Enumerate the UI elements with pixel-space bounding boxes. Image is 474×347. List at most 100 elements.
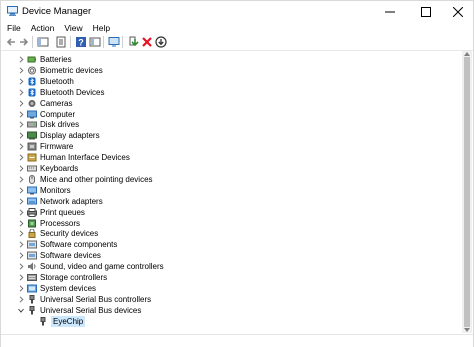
chevron-right-icon[interactable] <box>18 296 24 303</box>
close-button[interactable] <box>441 1 474 22</box>
svg-text:?: ? <box>78 38 84 48</box>
help-button[interactable]: ? <box>74 36 87 48</box>
chevron-right-icon[interactable] <box>18 110 24 118</box>
tree-node-label: Bluetooth <box>40 76 74 86</box>
tree-node[interactable]: Disk drives <box>1 119 461 130</box>
tree-node-label: Keyboards <box>40 164 79 173</box>
chevron-right-icon[interactable] <box>18 176 24 183</box>
uninstall-device-button[interactable] <box>140 36 153 48</box>
tree-node[interactable]: Universal Serial Bus controllers <box>1 294 461 305</box>
chevron-right-icon[interactable] <box>18 252 24 259</box>
chevron-right-icon[interactable] <box>18 274 24 281</box>
vertical-scrollbar[interactable] <box>462 51 472 333</box>
network-icon <box>27 197 37 205</box>
tree-node-label: Processors <box>40 218 81 228</box>
tree-node-label: EyeChip <box>51 315 86 327</box>
tree-node-label: Universal Serial Bus devices <box>40 305 142 315</box>
menu-action[interactable]: Action <box>26 22 60 34</box>
tree-node[interactable]: System devices <box>1 283 461 294</box>
tree-node[interactable]: Bluetooth <box>1 76 461 87</box>
chevron-right-icon[interactable] <box>18 209 24 216</box>
display-icon <box>27 131 37 140</box>
battery-icon <box>27 56 36 63</box>
tree-node-label: Print queues <box>40 207 85 217</box>
tree-node[interactable]: Universal Serial Bus devices <box>1 305 461 316</box>
chevron-right-icon[interactable] <box>18 143 24 150</box>
chevron-right-icon[interactable] <box>18 154 24 161</box>
toolbar-separator <box>70 36 71 48</box>
update-driver-button[interactable] <box>126 36 139 48</box>
back-button[interactable] <box>4 36 17 48</box>
printer-icon <box>27 207 37 217</box>
device-tree: Batteries Biometric devices Bluetooth Bluet… <box>1 51 461 346</box>
computer-icon <box>27 110 37 118</box>
scan-hardware-button[interactable] <box>107 36 120 48</box>
software-icon <box>27 240 37 249</box>
tree-node-label: Firmware <box>40 142 74 152</box>
toolbar-separator <box>32 36 33 48</box>
firmware-icon <box>27 142 37 151</box>
tree-node[interactable]: Bluetooth Devices <box>1 87 461 98</box>
tree-node-label: Cameras <box>40 98 73 108</box>
tree-node[interactable]: Cameras <box>1 98 461 109</box>
menu-help[interactable]: Help <box>88 22 115 34</box>
update-driver-icon <box>129 36 139 47</box>
chevron-right-icon[interactable] <box>18 241 24 248</box>
scroll-down-icon[interactable] <box>464 328 470 333</box>
menu-bar: File Action View Help <box>1 22 473 34</box>
chevron-right-icon[interactable] <box>18 219 24 227</box>
tree-node-device[interactable]: EyeChip <box>1 315 461 327</box>
window-title: Device Manager <box>22 6 92 17</box>
tree-node[interactable]: Storage controllers <box>1 272 461 283</box>
tree-node[interactable]: Sound, video and game controllers <box>1 261 461 272</box>
chevron-right-icon[interactable] <box>18 67 24 74</box>
tree-node[interactable]: Network adapters <box>1 196 461 207</box>
tree-node[interactable]: Software components <box>1 239 461 250</box>
tree-node[interactable]: Display adapters <box>1 130 461 141</box>
chevron-right-icon[interactable] <box>18 100 24 107</box>
chevron-right-icon[interactable] <box>18 230 24 237</box>
menu-file[interactable]: File <box>1 22 26 34</box>
chevron-right-icon[interactable] <box>18 56 24 63</box>
usb-icon <box>29 294 35 304</box>
chevron-right-icon[interactable] <box>18 78 24 85</box>
tree-node[interactable]: Batteries <box>1 54 461 65</box>
show-hide-console-tree-button[interactable] <box>36 36 49 48</box>
scroll-up-icon[interactable] <box>464 51 470 56</box>
biometric-icon <box>28 66 36 75</box>
chevron-right-icon[interactable] <box>18 285 24 292</box>
chevron-right-icon[interactable] <box>18 187 24 194</box>
enable-device-button[interactable] <box>154 36 167 48</box>
tree-node[interactable]: Monitors <box>1 185 461 196</box>
tree-node[interactable]: Biometric devices <box>1 65 461 76</box>
tree-node[interactable]: Processors <box>1 218 461 229</box>
chevron-right-icon[interactable] <box>18 132 24 139</box>
minimize-button[interactable] <box>373 1 407 22</box>
chevron-right-icon[interactable] <box>18 165 24 172</box>
tree-node-label: Storage controllers <box>40 273 108 282</box>
tree-node[interactable]: Security devices <box>1 228 461 239</box>
title-bar[interactable]: Device Manager <box>1 1 473 22</box>
maximize-button[interactable] <box>409 1 443 22</box>
maximize-icon <box>421 6 431 17</box>
tree-node[interactable]: Mice and other pointing devices <box>1 174 461 185</box>
tree-node[interactable]: Print queues <box>1 207 461 218</box>
chevron-right-icon[interactable] <box>18 121 24 128</box>
chevron-down-icon[interactable] <box>18 307 24 314</box>
tree-node[interactable]: Firmware <box>1 141 461 152</box>
forward-button[interactable] <box>17 36 30 48</box>
tree-node[interactable]: Computer <box>1 109 461 120</box>
chevron-right-icon[interactable] <box>18 263 24 270</box>
chevron-right-icon[interactable] <box>18 198 24 205</box>
tree-node[interactable]: Software devices <box>1 250 461 261</box>
tree-node[interactable]: Keyboards <box>1 163 461 174</box>
device-manager-icon <box>7 6 18 16</box>
disk-icon <box>27 121 37 128</box>
toolbar-separator <box>122 36 123 48</box>
menu-view[interactable]: View <box>59 22 87 34</box>
scrollbar-thumb[interactable] <box>464 57 470 327</box>
chevron-right-icon[interactable] <box>18 89 24 96</box>
tree-node[interactable]: Human Interface Devices <box>1 152 461 163</box>
view-button[interactable] <box>88 36 101 48</box>
properties-button[interactable] <box>54 36 67 48</box>
